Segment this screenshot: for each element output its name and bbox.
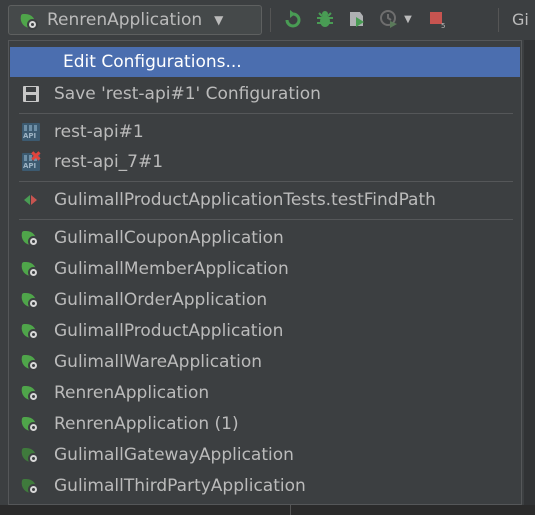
save-icon	[20, 83, 42, 105]
spring-boot-icon	[19, 475, 42, 497]
menu-item-application[interactable]: RenrenApplication (1)	[10, 409, 520, 439]
menu-item-test[interactable]: GulimallProductApplicationTests.testFind…	[10, 185, 520, 215]
spring-boot-icon	[19, 227, 42, 249]
toolbar-separator	[498, 8, 499, 32]
menu-item-label: RenrenApplication (1)	[54, 414, 239, 434]
menu-item-application[interactable]: GulimallOrderApplication	[10, 285, 520, 315]
bug-icon	[317, 11, 333, 27]
menu-item-edit-configurations[interactable]: Edit Configurations...	[10, 47, 520, 77]
toolbar: RenrenApplication ▼ ▼ 5 Gi	[0, 0, 535, 40]
run-configuration-label: RenrenApplication	[47, 10, 203, 30]
spring-boot-icon	[19, 382, 42, 404]
menu-item-application[interactable]: GulimallCouponApplication	[10, 223, 520, 253]
test-icon	[20, 189, 42, 211]
toolbar-separator	[270, 8, 271, 32]
menu-item-label: GulimallWareApplication	[54, 352, 263, 372]
chevron-down-icon: ▼	[404, 13, 412, 25]
menu-item-application[interactable]: RenrenApplication	[10, 378, 520, 408]
menu-separator	[19, 219, 513, 220]
spring-boot-icon	[19, 320, 42, 342]
editor-background	[0, 505, 535, 515]
run-with-coverage-button[interactable]	[344, 6, 370, 32]
menu-item-label: GulimallCouponApplication	[54, 228, 284, 248]
run-configuration-selector[interactable]: RenrenApplication ▼	[8, 5, 262, 35]
run-configurations-menu: Edit Configurations... Save 'rest-api#1'…	[8, 40, 522, 505]
pane-divider	[290, 505, 291, 515]
menu-item-label: RenrenApplication	[54, 383, 210, 403]
menu-item-label: Save 'rest-api#1' Configuration	[54, 84, 321, 104]
git-label: Gi	[512, 10, 529, 29]
rerun-button[interactable]	[280, 6, 306, 32]
api-error-icon: API ✖	[22, 149, 42, 171]
profiler-dropdown-button[interactable]: ▼	[400, 6, 416, 32]
menu-item-application[interactable]: GulimallMemberApplication	[10, 254, 520, 284]
menu-item-http-request[interactable]: API ✖ rest-api_7#1	[10, 147, 520, 177]
menu-item-label: Edit Configurations...	[63, 52, 242, 72]
menu-item-label: GulimallProductApplicationTests.testFind…	[54, 190, 436, 210]
svg-text:5: 5	[441, 22, 445, 29]
menu-separator	[19, 113, 513, 114]
menu-item-application[interactable]: GulimallThirdPartyApplication	[10, 471, 520, 501]
api-icon: API	[20, 121, 42, 143]
menu-item-http-request[interactable]: API rest-api#1	[10, 117, 520, 147]
spring-boot-icon	[19, 258, 42, 280]
profiler-icon	[380, 10, 397, 28]
editor-background	[524, 40, 535, 515]
chevron-down-icon: ▼	[214, 13, 224, 27]
profiler-button[interactable]	[376, 6, 402, 32]
spring-boot-icon	[18, 10, 43, 30]
menu-item-label: GulimallThirdPartyApplication	[54, 476, 306, 496]
spring-boot-icon	[19, 289, 42, 311]
menu-item-label: GulimallGatewayApplication	[54, 445, 294, 465]
debug-button[interactable]	[312, 6, 338, 32]
menu-item-label: GulimallMemberApplication	[54, 259, 289, 279]
spring-boot-icon	[19, 351, 42, 373]
menu-item-application[interactable]: GulimallGatewayApplication	[10, 440, 520, 470]
menu-item-label: GulimallProductApplication	[54, 321, 284, 341]
rerun-icon	[285, 10, 301, 28]
menu-item-application[interactable]: GulimallWareApplication	[10, 347, 520, 377]
stop-icon: 5	[430, 12, 445, 29]
menu-item-label: rest-api#1	[54, 122, 144, 142]
stop-button[interactable]: 5	[424, 6, 450, 32]
menu-item-label: GulimallOrderApplication	[54, 290, 268, 310]
spring-boot-icon	[19, 444, 42, 466]
menu-item-application[interactable]: GulimallProductApplication	[10, 316, 520, 346]
menu-item-label: rest-api_7#1	[54, 152, 164, 172]
menu-item-save-configuration[interactable]: Save 'rest-api#1' Configuration	[10, 79, 520, 109]
menu-separator	[19, 181, 513, 182]
spring-boot-icon	[19, 413, 42, 435]
coverage-icon	[350, 12, 364, 27]
